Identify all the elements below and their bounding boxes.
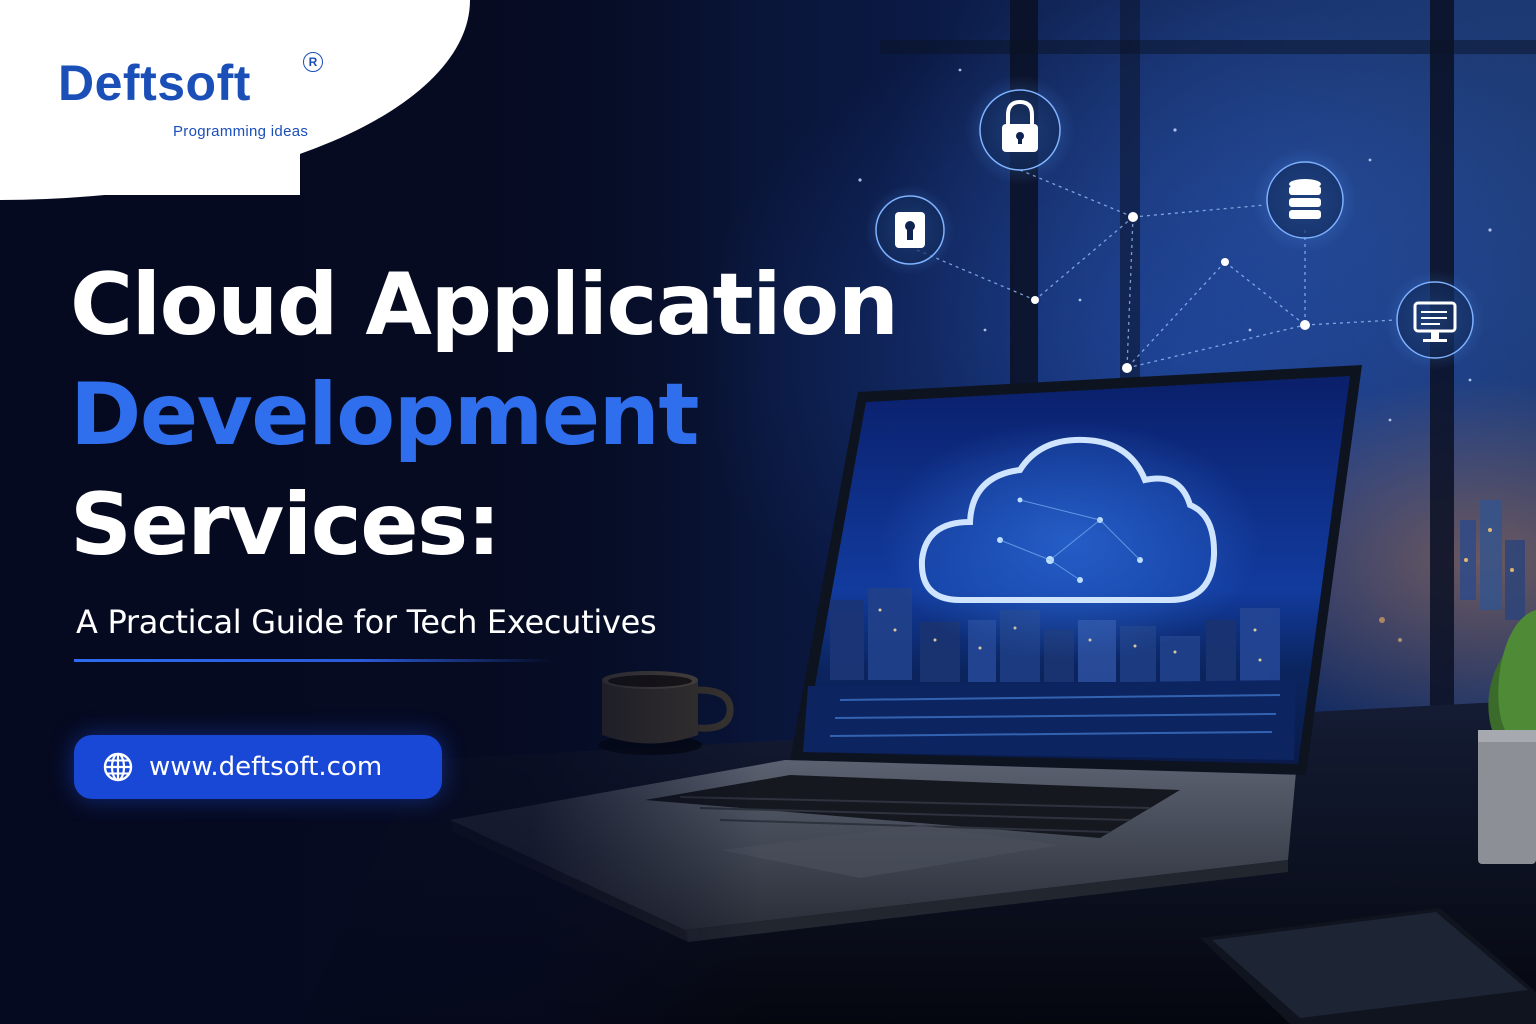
brand-tagline: Programming ideas xyxy=(173,123,309,140)
potted-plant xyxy=(1478,610,1536,864)
database-icon xyxy=(1253,148,1357,252)
website-link-button[interactable]: www.deftsoft.com xyxy=(74,735,442,799)
subtitle: A Practical Guide for Tech Executives xyxy=(76,603,657,641)
globe-icon xyxy=(103,752,133,782)
monitor-icon xyxy=(1385,270,1485,370)
brand-logo[interactable]: Deftsoft xyxy=(58,58,251,108)
title-line-3: Services: xyxy=(70,475,501,575)
page-title: Cloud Application Development Services: xyxy=(70,255,899,592)
padlock-icon xyxy=(965,75,1075,185)
title-line-1: Cloud Application xyxy=(70,255,899,355)
hero-banner: Deftsoft R Programming ideas Cloud Appli… xyxy=(0,0,1536,1024)
divider-line xyxy=(74,659,554,662)
website-url: www.deftsoft.com xyxy=(149,752,383,782)
registered-mark: R xyxy=(303,52,323,72)
title-line-2: Development xyxy=(70,365,700,465)
